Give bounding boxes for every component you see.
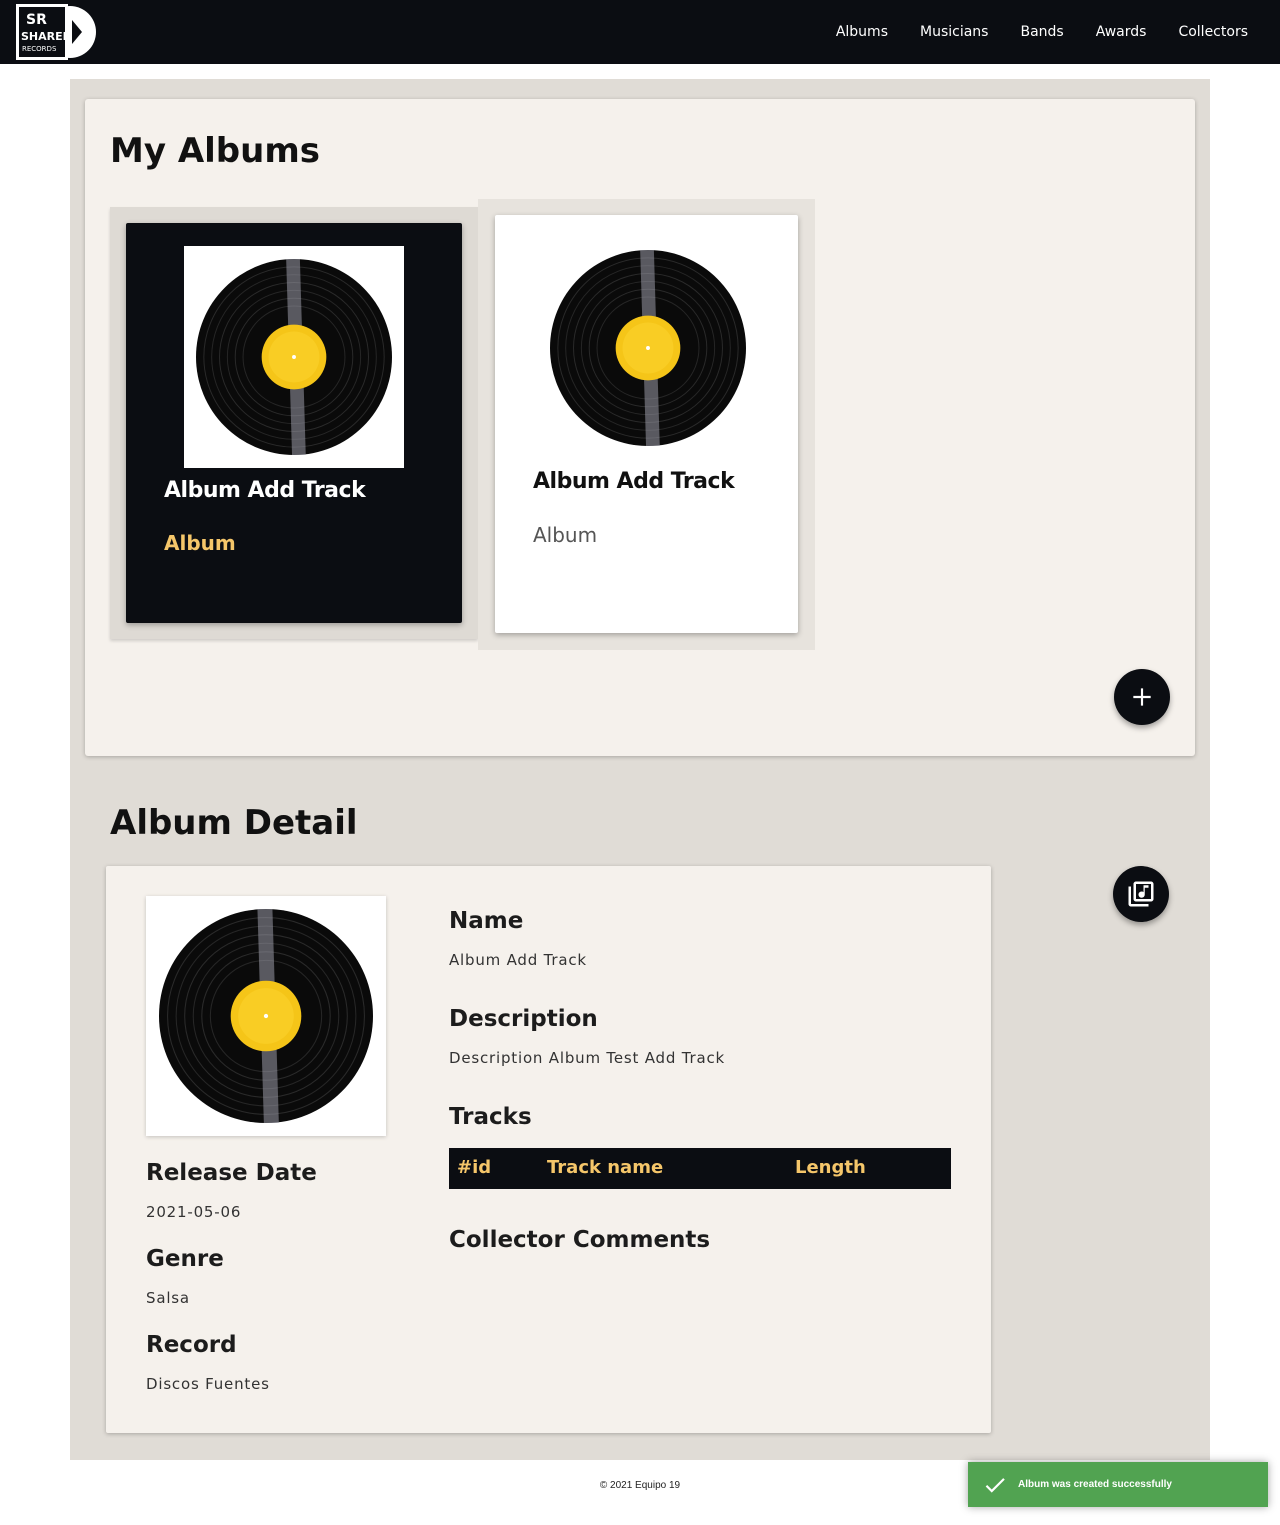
toast-message: Album was created successfully xyxy=(1018,1479,1172,1490)
album-cell: Album Add Track Album xyxy=(478,199,815,650)
svg-text:RECORDS: RECORDS xyxy=(22,45,57,53)
album-card[interactable]: Album Add Track Album xyxy=(495,215,798,633)
tracks-label: Tracks xyxy=(449,1104,532,1130)
my-albums-title: My Albums xyxy=(110,131,321,171)
main-content: My Albums Album Add Track Album Album Ad… xyxy=(70,79,1210,1460)
album-name: Album Add Track xyxy=(164,478,366,503)
nav-link-bands[interactable]: Bands xyxy=(1004,24,1079,40)
name-value: Album Add Track xyxy=(449,951,587,969)
checkmark-icon xyxy=(985,1477,1005,1493)
album-cell: Album Add Track Album xyxy=(110,207,478,639)
success-toast[interactable]: Album was created successfully xyxy=(968,1462,1268,1507)
add-track-button[interactable] xyxy=(1113,866,1169,922)
shared-records-logo[interactable]: SR SHARED RECORDS xyxy=(16,4,100,60)
album-name: Album Add Track xyxy=(533,469,735,494)
svg-text:SHARED: SHARED xyxy=(21,30,72,43)
nav-link-albums[interactable]: Albums xyxy=(820,24,904,40)
record-value: Discos Fuentes xyxy=(146,1375,270,1393)
record-label: Record xyxy=(146,1332,237,1358)
top-navbar: SR SHARED RECORDS Albums Musicians Bands… xyxy=(0,0,1280,64)
nav-link-musicians[interactable]: Musicians xyxy=(904,24,1004,40)
release-date-value: 2021-05-06 xyxy=(146,1203,242,1221)
description-value: Description Album Test Add Track xyxy=(449,1049,725,1067)
album-type: Album xyxy=(164,531,236,555)
svg-text:SR: SR xyxy=(26,12,47,28)
nav-menu: Albums Musicians Bands Awards Collectors xyxy=(820,0,1264,64)
vinyl-record-icon xyxy=(196,259,392,455)
column-header-id: #id xyxy=(457,1157,492,1178)
album-cover xyxy=(515,227,780,469)
album-detail-title: Album Detail xyxy=(110,803,358,843)
detail-album-cover xyxy=(146,896,386,1136)
column-header-track-name: Track name xyxy=(547,1157,664,1178)
album-detail-panel: Release Date 2021-05-06 Genre Salsa Reco… xyxy=(106,866,991,1433)
genre-label: Genre xyxy=(146,1246,224,1272)
column-header-length: Length xyxy=(795,1157,866,1178)
release-date-label: Release Date xyxy=(146,1160,317,1186)
plus-icon xyxy=(1133,688,1151,706)
library-music-icon xyxy=(1128,881,1154,907)
nav-link-collectors[interactable]: Collectors xyxy=(1162,24,1264,40)
collector-comments-label: Collector Comments xyxy=(449,1227,711,1253)
my-albums-panel: My Albums Album Add Track Album Album Ad… xyxy=(85,99,1195,756)
name-label: Name xyxy=(449,908,524,934)
album-grid: Album Add Track Album Album Add Track Al… xyxy=(110,199,815,650)
album-type: Album xyxy=(533,523,598,547)
nav-link-awards[interactable]: Awards xyxy=(1080,24,1163,40)
description-label: Description xyxy=(449,1006,598,1032)
vinyl-record-icon xyxy=(549,250,746,446)
album-cover xyxy=(184,246,404,468)
album-card-selected[interactable]: Album Add Track Album xyxy=(126,223,462,623)
genre-value: Salsa xyxy=(146,1289,190,1307)
add-album-button[interactable] xyxy=(1114,669,1170,725)
vinyl-record-icon xyxy=(159,909,373,1123)
tracks-table-header: #id Track name Length xyxy=(449,1148,951,1189)
